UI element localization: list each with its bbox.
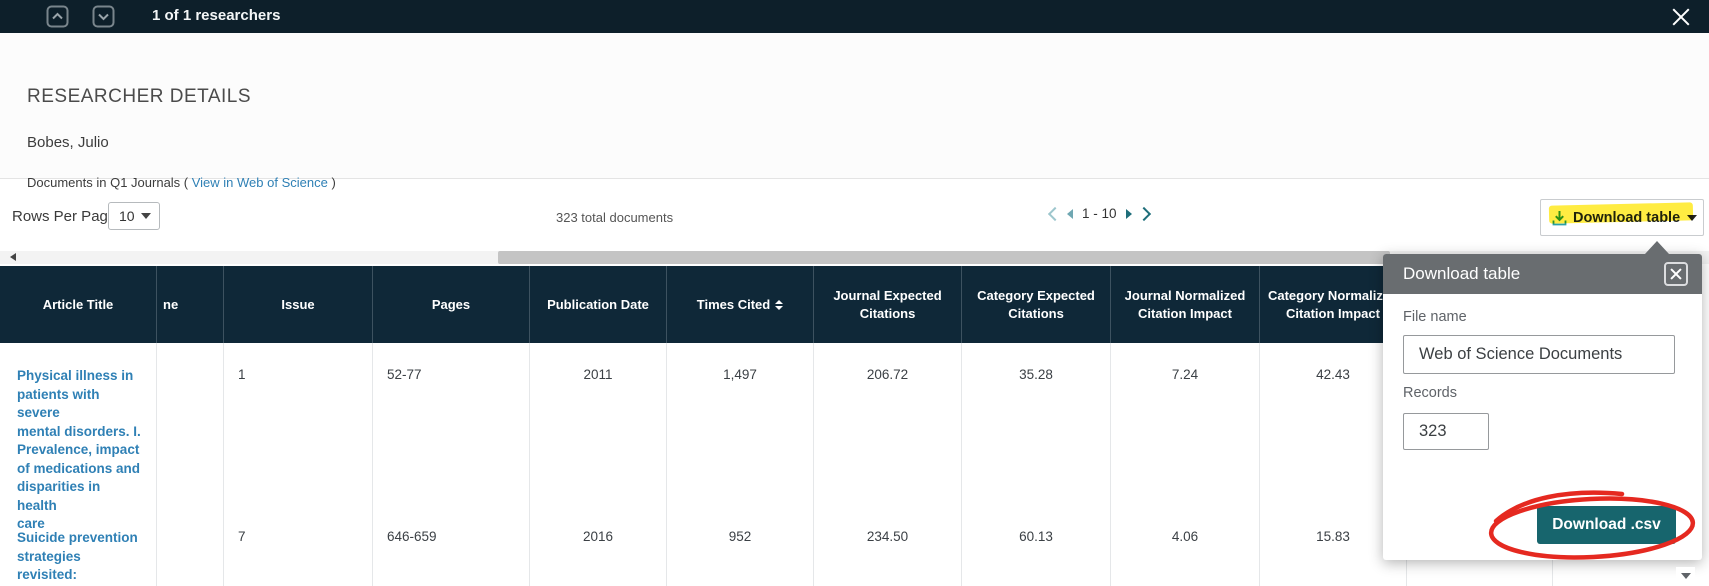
horizontal-scrollbar-thumb[interactable] (498, 251, 1390, 264)
rows-per-page-select[interactable]: 10 (108, 202, 160, 230)
column-header-article-title: Article Title (0, 266, 157, 343)
pagination: 1 - 10 (1050, 206, 1149, 221)
download-table-button[interactable]: Download table (1540, 199, 1704, 236)
first-page-icon[interactable] (1048, 206, 1062, 220)
column-header-issue: Issue (224, 266, 373, 343)
file-name-label: File name (1403, 309, 1467, 325)
pages-cell: 646-659 (373, 505, 530, 586)
volume-cell (157, 505, 224, 586)
subtitle-prefix: Documents in Q1 Journals ( (27, 175, 192, 190)
article-title-link[interactable]: Suicide prevention strategies revisited:… (0, 505, 157, 586)
chevron-down-icon (1681, 573, 1691, 579)
chevron-up-icon (46, 5, 69, 28)
download-csv-button[interactable]: Download .csv (1537, 506, 1676, 544)
subtitle-suffix: ) (328, 175, 336, 190)
download-icon (1552, 210, 1567, 226)
researcher-name: Bobes, Julio (27, 134, 109, 151)
rows-per-page-value: 10 (119, 208, 135, 224)
publication-date-cell: 2016 (530, 505, 667, 586)
column-header-category-expected-citations: Category Expected Citations (962, 266, 1111, 343)
category-expected-citations-cell: 60.13 (962, 505, 1111, 586)
researcher-details-screen: 1 of 1 researchers RESEARCHER DETAILS Bo… (0, 0, 1709, 586)
column-header-journal-normalized-citation-impact: Journal Normalized Citation Impact (1111, 266, 1260, 343)
times-cited-cell: 952 (667, 505, 814, 586)
next-researcher-button[interactable] (92, 5, 115, 28)
column-header-times-cited[interactable]: Times Cited (667, 266, 814, 343)
page-range: 1 - 10 (1082, 206, 1117, 221)
issue-cell: 7 (224, 505, 373, 586)
rows-per-page-label: Rows Per Page (12, 208, 116, 225)
last-page-icon[interactable] (1136, 206, 1150, 220)
top-bar: 1 of 1 researchers (0, 0, 1709, 33)
chevron-down-icon (92, 5, 115, 28)
page-title: RESEARCHER DETAILS (27, 86, 251, 108)
journal-normalized-citation-impact-cell: 4.06 (1111, 505, 1260, 586)
journal-expected-citations-cell: 234.50 (814, 505, 962, 586)
documents-subtitle: Documents in Q1 Journals ( View in Web o… (27, 175, 336, 190)
download-table-label: Download table (1573, 210, 1680, 226)
chevron-down-icon (1687, 215, 1697, 221)
column-header-journal-expected-citations: Journal Expected Citations (814, 266, 962, 343)
researcher-counter: 1 of 1 researchers (152, 7, 280, 24)
scroll-down-button[interactable] (1676, 567, 1695, 585)
next-page-icon[interactable] (1126, 209, 1132, 219)
sort-icon (775, 300, 783, 310)
column-header-pages: Pages (373, 266, 530, 343)
popup-close-icon[interactable] (1664, 262, 1688, 286)
popup-header: Download table (1383, 254, 1702, 294)
close-icon[interactable] (1669, 5, 1693, 29)
popup-caret (1645, 241, 1669, 254)
chevron-down-icon (141, 213, 151, 219)
scroll-left-icon[interactable] (10, 253, 16, 261)
column-header-volume-clipped: ne (157, 266, 224, 343)
file-name-input[interactable] (1403, 335, 1675, 374)
previous-page-icon[interactable] (1067, 209, 1073, 219)
download-table-popup: Download table File name Records Downloa… (1383, 254, 1702, 560)
records-input[interactable] (1403, 413, 1489, 450)
page-header: RESEARCHER DETAILS Bobes, Julio Document… (0, 33, 1709, 179)
popup-title: Download table (1403, 264, 1520, 284)
total-documents: 323 total documents (556, 210, 673, 225)
previous-researcher-button[interactable] (46, 5, 69, 28)
view-in-wos-link[interactable]: View in Web of Science (192, 175, 328, 190)
records-label: Records (1403, 385, 1457, 401)
column-header-publication-date: Publication Date (530, 266, 667, 343)
